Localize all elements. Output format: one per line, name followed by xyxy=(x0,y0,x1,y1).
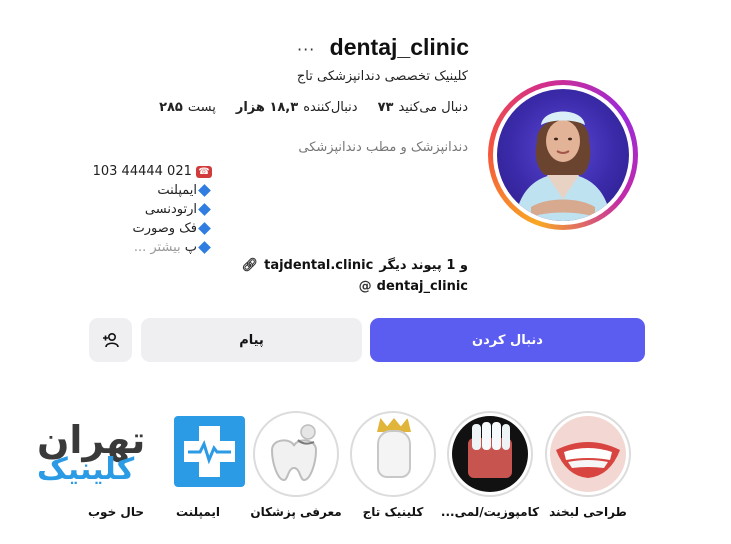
highlight-label: طراحی لبخند xyxy=(549,505,627,519)
bio-phone: 103 44444 021 xyxy=(92,164,192,179)
follow-button[interactable]: دنبال کردن xyxy=(370,318,645,362)
following-label: دنبال می‌کنید xyxy=(398,100,468,115)
add-person-icon xyxy=(102,332,119,348)
telephone-icon: ☎ xyxy=(196,165,212,178)
profile-bio: 103 44444 021 ☎ ایمپلنت ارتودنسی فک وصور… xyxy=(77,162,212,257)
highlight-taj-clinic[interactable] xyxy=(350,411,436,497)
highlight-label: کامپوزیت/لمی... xyxy=(440,505,540,519)
posts-stat[interactable]: ۲۸۵ پست xyxy=(159,100,216,115)
bio-more-link[interactable]: بیشتر ... xyxy=(134,240,181,255)
link-text[interactable]: tajdental.clinic xyxy=(264,258,373,273)
highlight-image xyxy=(550,416,626,492)
highlight-label: کلینیک تاج xyxy=(362,505,424,519)
bio-phone-line: 103 44444 021 ☎ xyxy=(77,162,212,181)
following-stat[interactable]: ۷۳ دنبال می‌کنید xyxy=(378,100,468,115)
bio-text: ارتودنسی xyxy=(144,202,197,217)
highlight-label: معرفی پزشکان xyxy=(250,505,342,519)
highlight-smile-design[interactable] xyxy=(545,411,631,497)
highlight-label: حال خوب xyxy=(88,505,144,519)
avatar-frame xyxy=(493,85,633,225)
profile-stats: ۲۸۵ پست ۱۸,۳ هزار دنبال‌کننده ۷۳ دنبال م… xyxy=(159,100,468,115)
message-button[interactable]: پیام xyxy=(141,318,362,362)
highlight-composite[interactable] xyxy=(447,411,533,497)
medical-cross-icon xyxy=(184,426,235,477)
profile-avatar[interactable] xyxy=(488,80,638,230)
profile-full-name: کلینیک تخصصی دندانپزشکی تاج xyxy=(296,69,468,84)
posts-label: پست xyxy=(187,100,216,115)
tooth-doctor-image xyxy=(270,424,318,482)
bio-text: فک وصورت xyxy=(132,221,197,236)
diamond-icon xyxy=(198,241,211,254)
profile-link[interactable]: 🔗︎ tajdental.clinic و 1 پیوند دیگر xyxy=(242,258,468,273)
link-more[interactable]: و 1 پیوند دیگر xyxy=(379,258,468,273)
diamond-icon xyxy=(198,203,211,216)
smile-image xyxy=(556,442,620,478)
threads-icon: @ xyxy=(358,279,372,294)
highlight-image xyxy=(452,416,528,492)
diamond-icon xyxy=(198,184,211,197)
threads-link[interactable]: @ dentaj_clinic xyxy=(359,279,468,294)
followers-stat[interactable]: ۱۸,۳ هزار دنبال‌کننده xyxy=(236,100,358,115)
bio-text: پ xyxy=(184,240,197,255)
avatar-illustration xyxy=(515,111,611,221)
clinic-logo-icon[interactable] xyxy=(174,416,245,487)
highlight-doctors[interactable] xyxy=(253,411,339,497)
bio-line: فک وصورت xyxy=(77,219,212,238)
followers-label: دنبال‌کننده xyxy=(303,100,358,115)
bio-line: ایمپلنت xyxy=(77,181,212,200)
profile-username: dentaj_clinic xyxy=(329,34,469,60)
posts-count: ۲۸۵ xyxy=(159,100,183,115)
highlight-image xyxy=(355,416,431,492)
following-count: ۷۳ xyxy=(377,100,394,115)
diamond-icon xyxy=(198,222,211,235)
more-options-icon[interactable]: ··· xyxy=(297,40,315,59)
watermark-line2: کلینیک xyxy=(37,452,135,487)
profile-category: دندانپزشک و مطب دندانپزشکی xyxy=(298,140,468,155)
avatar-photo xyxy=(497,89,629,221)
highlight-image xyxy=(258,416,334,492)
bio-line: ارتودنسی xyxy=(77,200,212,219)
threads-handle[interactable]: dentaj_clinic xyxy=(377,279,468,294)
suggest-people-button[interactable] xyxy=(89,318,132,362)
link-icon: 🔗︎ xyxy=(241,258,259,273)
followers-count: ۱۸,۳ هزار xyxy=(235,100,299,115)
veneers-image xyxy=(468,422,512,478)
bio-line: پ بیشتر ... xyxy=(77,238,212,257)
tooth-icon xyxy=(377,430,411,478)
bio-text: ایمپلنت xyxy=(157,183,197,198)
